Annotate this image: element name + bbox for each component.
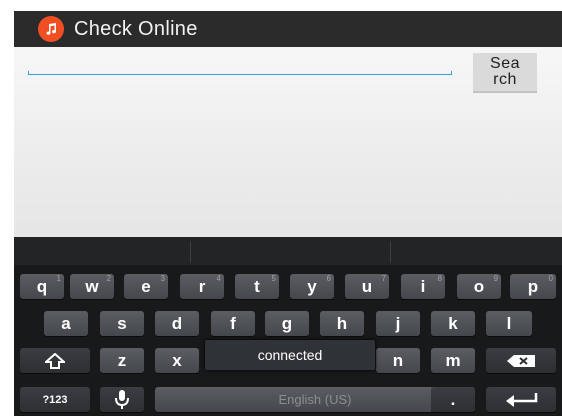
shift-arrow-icon <box>45 352 65 369</box>
suggestion-strip <box>14 237 562 265</box>
suggestion-divider <box>390 241 391 263</box>
key-g[interactable]: g <box>265 311 309 336</box>
suggestion-divider <box>190 241 191 263</box>
key-p[interactable]: p0 <box>510 274 556 299</box>
key-w[interactable]: w2 <box>70 274 114 299</box>
key-n[interactable]: n <box>376 348 420 373</box>
key-m[interactable]: m <box>431 348 475 373</box>
enter-arrow-icon <box>506 392 538 407</box>
symbols-key[interactable]: ?123 <box>20 387 90 412</box>
key-h[interactable]: h <box>320 311 364 336</box>
key-f[interactable]: f <box>211 311 255 336</box>
shift-key[interactable] <box>20 348 90 373</box>
music-note-icon[interactable] <box>38 16 64 42</box>
key-y[interactable]: y6 <box>290 274 334 299</box>
key-r[interactable]: r4 <box>180 274 224 299</box>
key-q[interactable]: q1 <box>20 274 64 299</box>
voice-input-key[interactable] <box>100 387 144 412</box>
key-l[interactable]: l <box>486 311 532 336</box>
search-button[interactable]: Sea rch <box>473 53 537 93</box>
key-u[interactable]: u7 <box>345 274 389 299</box>
key-i[interactable]: i8 <box>401 274 445 299</box>
key-s[interactable]: s <box>100 311 144 336</box>
key-j[interactable]: j <box>376 311 420 336</box>
key-o[interactable]: o9 <box>457 274 501 299</box>
main-content: Sea rch <box>14 47 562 237</box>
key-d[interactable]: d <box>155 311 199 336</box>
backspace-key[interactable] <box>486 348 556 373</box>
soft-keyboard: q1 w2 e3 r4 t5 y6 u7 i8 o9 p0 a s d f g … <box>14 237 562 416</box>
space-key[interactable]: English (US) <box>155 387 475 412</box>
microphone-icon <box>115 389 129 409</box>
key-z[interactable]: z <box>100 348 144 373</box>
key-t[interactable]: t5 <box>235 274 279 299</box>
status-bar <box>0 0 562 11</box>
period-key[interactable]: . <box>431 387 475 412</box>
backspace-icon <box>507 354 535 367</box>
toast-message: connected <box>205 340 375 370</box>
enter-key[interactable] <box>486 387 556 412</box>
key-x[interactable]: x <box>155 348 199 373</box>
key-a[interactable]: a <box>44 311 88 336</box>
action-bar: Check Online <box>14 11 562 47</box>
search-input[interactable] <box>28 59 456 81</box>
search-input-underline <box>28 71 452 75</box>
key-e[interactable]: e3 <box>124 274 168 299</box>
key-k[interactable]: k <box>431 311 475 336</box>
page-title: Check Online <box>74 17 198 40</box>
